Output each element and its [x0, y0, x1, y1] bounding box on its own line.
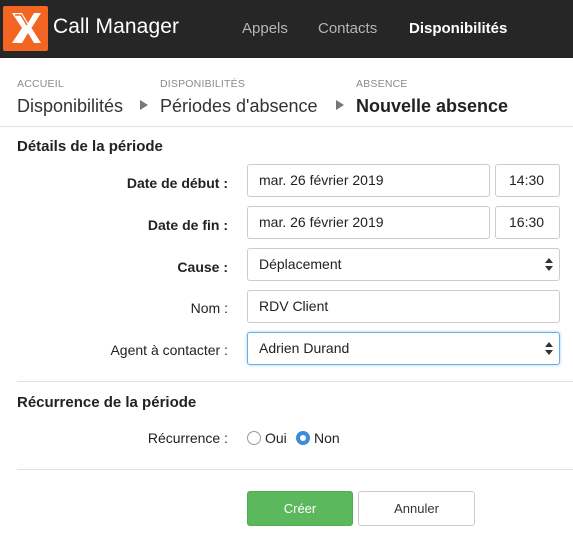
cause-label: Cause : — [177, 259, 228, 275]
breadcrumb-caption-absence: ABSENCE — [356, 78, 408, 90]
breadcrumb-item-current: Nouvelle absence — [356, 96, 509, 116]
section-title-details: Détails de la période — [17, 138, 163, 155]
recurrence-yes-label[interactable]: Oui — [265, 430, 287, 446]
cause-select-value: Déplacement — [259, 256, 342, 272]
name-input[interactable]: RDV Client — [247, 290, 560, 323]
select-arrows-icon — [545, 258, 553, 272]
start-date-input[interactable]: mar. 26 février 2019 — [247, 164, 490, 197]
top-navbar: Call Manager Appels Contacts Disponibili… — [0, 0, 573, 58]
agent-label: Agent à contacter : — [110, 342, 228, 358]
breadcrumb-arrow-icon — [336, 100, 344, 110]
recurrence-no-radio[interactable] — [296, 431, 310, 445]
recurrence-yes-radio[interactable] — [247, 431, 261, 445]
breadcrumb-caption-disponibilites: DISPONIBILITÉS — [160, 78, 246, 90]
breadcrumb-caption-accueil: ACCUEIL — [17, 78, 64, 90]
end-time-input[interactable]: 16:30 — [495, 206, 560, 239]
recurrence-label: Récurrence : — [147, 430, 228, 446]
recurrence-no-label[interactable]: Non — [314, 430, 340, 446]
breadcrumb-item-periodes[interactable]: Périodes d'absence — [160, 96, 318, 117]
divider — [17, 469, 573, 470]
section-title-recurrence: Récurrence de la période — [17, 394, 197, 411]
start-time-input[interactable]: 14:30 — [495, 164, 560, 197]
nav-item-disponibilites[interactable]: Disponibilités — [409, 20, 507, 37]
divider — [0, 126, 573, 127]
end-date-input[interactable]: mar. 26 février 2019 — [247, 206, 490, 239]
create-button[interactable]: Créer — [247, 491, 353, 526]
breadcrumb-arrow-icon — [140, 100, 148, 110]
app-title[interactable]: Call Manager — [53, 15, 179, 39]
agent-select[interactable]: Adrien Durand — [247, 332, 560, 365]
start-date-label: Date de début : — [126, 175, 228, 191]
breadcrumb-item-disponibilites[interactable]: Disponibilités — [17, 96, 123, 117]
agent-select-value: Adrien Durand — [259, 340, 350, 356]
end-date-label: Date de fin : — [147, 217, 228, 233]
name-label: Nom : — [190, 300, 228, 316]
x-logo-icon[interactable] — [3, 6, 48, 51]
nav-item-appels[interactable]: Appels — [242, 20, 288, 37]
divider — [17, 381, 573, 382]
cancel-button[interactable]: Annuler — [358, 491, 475, 526]
nav-item-contacts[interactable]: Contacts — [318, 20, 377, 37]
cause-select[interactable]: Déplacement — [247, 248, 560, 281]
select-arrows-icon — [545, 342, 553, 356]
